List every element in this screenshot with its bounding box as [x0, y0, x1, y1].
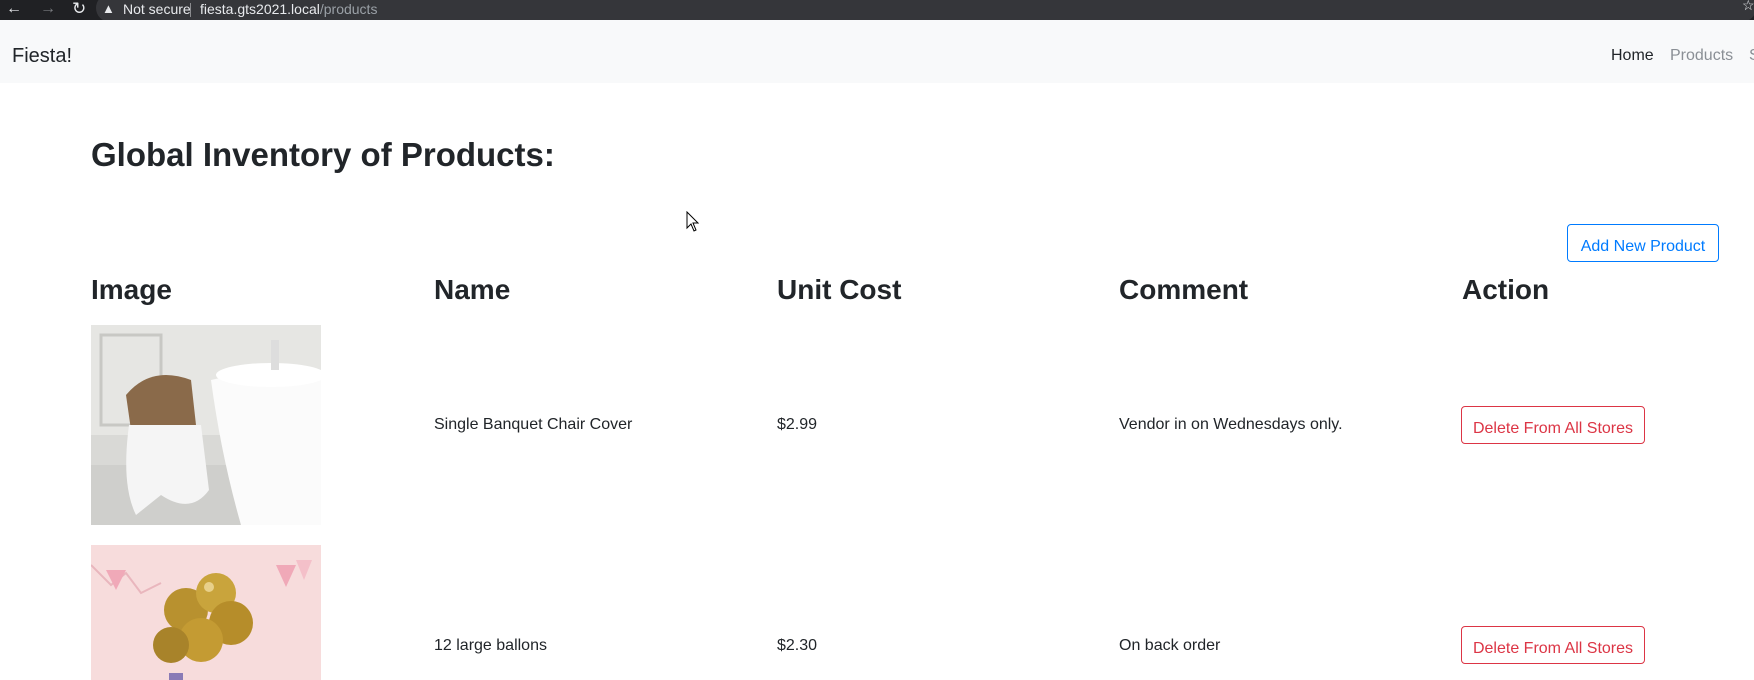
- column-header-image: Image: [91, 274, 172, 305]
- back-arrow-icon[interactable]: ←: [6, 0, 22, 20]
- product-comment: Vendor in on Wednesdays only.: [1119, 416, 1343, 433]
- nav-link-home[interactable]: Home: [1611, 46, 1654, 66]
- product-image-balloons: [91, 545, 321, 680]
- gold-balloons-photo: [91, 545, 321, 680]
- bookmark-star-icon[interactable]: ☆: [1742, 0, 1754, 14]
- chair-cover-photo: [91, 325, 321, 525]
- warning-icon[interactable]: ▲: [102, 0, 115, 18]
- product-unit-cost: $2.99: [777, 416, 818, 433]
- product-comment: On back order: [1119, 637, 1221, 654]
- mouse-cursor-icon: [686, 211, 700, 232]
- column-header-name: Name: [434, 274, 511, 305]
- column-header-unit-cost: Unit Cost: [777, 274, 902, 305]
- reload-icon[interactable]: ↻: [72, 0, 86, 20]
- security-label[interactable]: Not secure: [123, 0, 191, 18]
- product-name: Single Banquet Chair Cover: [434, 416, 633, 433]
- url-text[interactable]: fiesta.gts2021.local/products: [200, 0, 377, 18]
- delete-from-all-stores-button[interactable]: Delete From All Stores: [1461, 406, 1645, 444]
- site-navbar: [0, 20, 1754, 83]
- delete-from-all-stores-button[interactable]: Delete From All Stores: [1461, 626, 1645, 664]
- url-path: /products: [319, 1, 378, 17]
- product-name: 12 large ballons: [434, 637, 547, 654]
- column-header-action: Action: [1462, 274, 1550, 305]
- product-image-chair-cover: [91, 325, 321, 525]
- browser-toolbar: ← → ↻ ▲ Not secure fiesta.gts2021.local/…: [0, 0, 1754, 22]
- add-new-product-button[interactable]: Add New Product: [1567, 224, 1719, 262]
- navbar-brand[interactable]: Fiesta!: [12, 44, 72, 68]
- nav-link-truncated[interactable]: S: [1749, 46, 1754, 66]
- column-header-comment: Comment: [1119, 274, 1249, 305]
- page-title: Global Inventory of Products:: [91, 136, 555, 173]
- url-host: fiesta.gts2021.local: [200, 1, 320, 17]
- address-divider: [190, 3, 191, 17]
- forward-arrow-icon[interactable]: →: [40, 0, 56, 20]
- nav-link-products[interactable]: Products: [1670, 46, 1733, 66]
- product-unit-cost: $2.30: [777, 637, 818, 654]
